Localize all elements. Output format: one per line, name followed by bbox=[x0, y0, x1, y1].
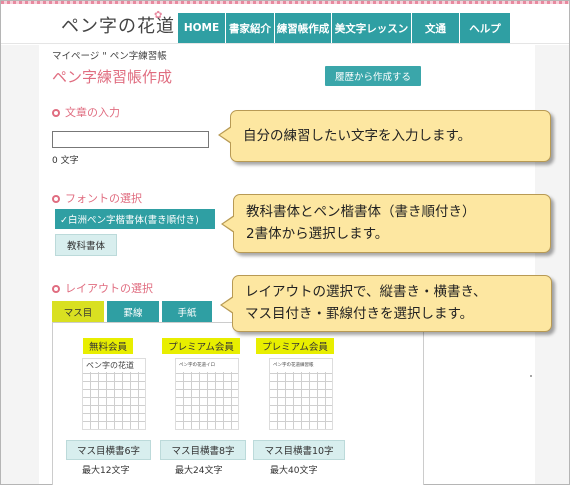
sheet-header-text: ペン字の花道イロ bbox=[176, 359, 238, 372]
callout-layout: レイアウトの選択で、縦書き・横書き、 マス目付き・罫線付きを選択します。 bbox=[220, 275, 552, 332]
flower-icon: ✿ bbox=[154, 10, 163, 21]
grid-horizontal-10-button[interactable]: マス目横書10字 bbox=[253, 440, 345, 460]
sheet-header-text: ペン字の花道練習帳 bbox=[270, 359, 332, 372]
bullet-icon bbox=[52, 109, 60, 117]
callout-pointer bbox=[221, 215, 235, 233]
callout-line: 教科書体とペン楷書体（書き順付き） bbox=[246, 204, 476, 220]
callout-line: マス目付き・罫線付きを選択します。 bbox=[245, 306, 474, 322]
layout-section-heading: レイアウトの選択 bbox=[52, 280, 153, 296]
font-section-label: フォントの選択 bbox=[65, 192, 142, 205]
sheet-preview-6[interactable]: ペン字の花道 bbox=[82, 358, 146, 430]
left-gutter bbox=[1, 45, 39, 484]
site-logo[interactable]: ペン字の花道 ✿ bbox=[51, 10, 174, 40]
callout-font: 教科書体とペン楷書体（書き順付き） 2書体から選択します。 bbox=[221, 194, 551, 253]
callout-pointer bbox=[218, 126, 232, 144]
callout-line: 2書体から選択します。 bbox=[246, 226, 389, 242]
callout-pointer bbox=[220, 296, 234, 314]
bullet-icon bbox=[52, 285, 60, 293]
callout-text-input: 自分の練習したい文字を入力します。 bbox=[218, 110, 551, 162]
text-section-heading: 文章の入力 bbox=[52, 104, 120, 120]
font-option-kyokasho[interactable]: 教科書体 bbox=[55, 234, 117, 256]
site-header: ペン字の花道 ✿ HOME 書家紹介 練習帳作成 美文字レッスン 文通 ヘルプ bbox=[1, 4, 569, 44]
max-chars: 最大40文字 bbox=[270, 466, 318, 476]
tier-badge-free: 無料会員 bbox=[83, 338, 133, 354]
nav-home[interactable]: HOME bbox=[178, 13, 226, 43]
sheet-header-text: ペン字の花道 bbox=[83, 359, 145, 372]
create-from-history-button[interactable]: 履歴から作成する bbox=[325, 66, 421, 86]
callout-line: レイアウトの選択で、縦書き・横書き、 bbox=[245, 284, 487, 300]
bullet-icon bbox=[52, 195, 60, 203]
nav-correspondence[interactable]: 文通 bbox=[412, 13, 460, 43]
nav-help[interactable]: ヘルプ bbox=[460, 13, 510, 43]
nav-workbook-create[interactable]: 練習帳作成 bbox=[275, 13, 332, 43]
nav-calligrapher-intro[interactable]: 書家紹介 bbox=[226, 13, 275, 43]
max-chars: 最大24文字 bbox=[175, 466, 223, 476]
layout-section-label: レイアウトの選択 bbox=[65, 282, 153, 295]
tab-ruled[interactable]: 罫線 bbox=[107, 301, 159, 322]
font-section-heading: フォントの選択 bbox=[52, 190, 142, 206]
breadcrumb[interactable]: マイページ " ペン字練習帳 bbox=[52, 48, 167, 62]
nav-lessons[interactable]: 美文字レッスン bbox=[332, 13, 412, 43]
tab-letter[interactable]: 手紙 bbox=[162, 301, 212, 322]
callout-line: 自分の練習したい文字を入力します。 bbox=[243, 128, 472, 144]
grid-horizontal-8-button[interactable]: マス目横書8字 bbox=[160, 440, 246, 460]
main-nav: HOME 書家紹介 練習帳作成 美文字レッスン 文通 ヘルプ bbox=[178, 13, 510, 43]
char-count: 0 文字 bbox=[52, 156, 79, 166]
text-section-label: 文章の入力 bbox=[65, 106, 120, 119]
grid-horizontal-6-button[interactable]: マス目横書6字 bbox=[66, 440, 151, 460]
tier-badge-premium: プレミアム会員 bbox=[162, 338, 240, 354]
practice-text-input[interactable] bbox=[52, 131, 209, 148]
tier-badge-premium: プレミアム会員 bbox=[256, 338, 334, 354]
font-option-kaisho[interactable]: ✓白洲ペン字楷書体(書き順付き) bbox=[55, 209, 215, 229]
sheet-preview-8[interactable]: ペン字の花道イロ bbox=[175, 358, 239, 430]
stray-dot bbox=[530, 375, 532, 377]
tab-grid[interactable]: マス目 bbox=[52, 301, 104, 322]
max-chars: 最大12文字 bbox=[82, 466, 130, 476]
page-title: ペン字練習帳作成 bbox=[52, 68, 173, 86]
sheet-preview-10[interactable]: ペン字の花道練習帳 bbox=[269, 358, 333, 430]
